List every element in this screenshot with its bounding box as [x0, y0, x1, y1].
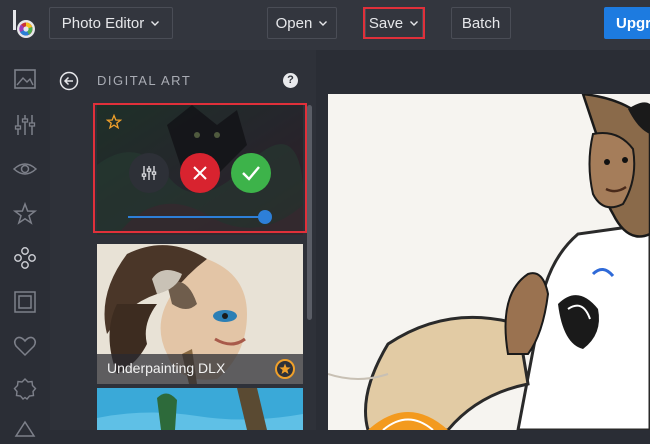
befunky-logo-icon[interactable] [10, 8, 38, 40]
panel-scrollbar[interactable] [307, 105, 312, 320]
eye-icon[interactable] [12, 156, 38, 182]
image-icon[interactable] [12, 66, 38, 92]
frame-icon[interactable] [12, 289, 38, 315]
badge-icon[interactable] [12, 376, 38, 402]
open-button[interactable]: Open [267, 7, 337, 39]
active-effect-highlight-box [93, 103, 307, 233]
upgrade-button[interactable]: Upgr [604, 7, 650, 39]
premium-badge-icon [275, 359, 295, 379]
effect-card-landscape[interactable] [97, 388, 303, 430]
batch-label: Batch [461, 14, 501, 32]
chevron-down-icon [151, 21, 160, 26]
star-icon[interactable] [12, 201, 38, 227]
sliders-icon[interactable] [12, 112, 38, 138]
help-icon[interactable]: ? [283, 73, 298, 88]
effect-label-bar: Underpainting DLX [97, 354, 303, 384]
shapes-icon[interactable] [12, 418, 38, 444]
batch-button[interactable]: Batch [451, 7, 511, 39]
heart-icon[interactable] [12, 333, 38, 359]
tool-icon-bar [0, 50, 50, 437]
premium-star-icon [279, 363, 291, 374]
back-arrow-icon[interactable] [59, 71, 79, 91]
edited-photo [328, 94, 650, 430]
effect-thumbnail-landscape [97, 388, 303, 430]
save-highlight-box [363, 7, 425, 39]
effect-card-underpainting[interactable]: Underpainting DLX [97, 244, 303, 384]
effect-name: Underpainting DLX [107, 360, 226, 376]
open-label: Open [275, 14, 313, 32]
app-menu-label: Photo Editor [61, 14, 145, 32]
app-menu-button[interactable]: Photo Editor [49, 7, 173, 39]
effects-panel: DIGITAL ART ? Underpainting DLX [50, 50, 316, 430]
effects-icon[interactable] [12, 245, 38, 271]
panel-title: DIGITAL ART [97, 73, 192, 88]
chevron-down-icon [319, 21, 328, 26]
upgrade-label: Upgr [616, 15, 650, 32]
photo-canvas[interactable] [328, 94, 650, 430]
top-bar: Photo Editor Open Save Batch Upgr [0, 0, 650, 50]
